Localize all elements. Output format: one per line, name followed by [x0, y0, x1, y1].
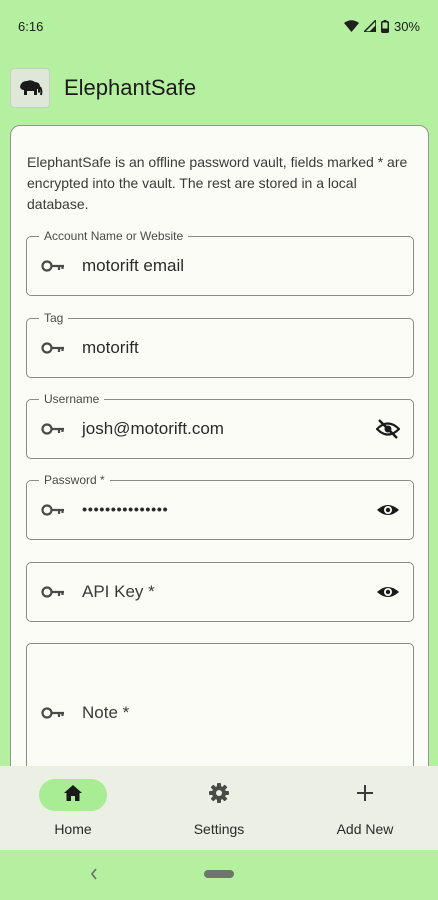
eye-icon[interactable] — [375, 499, 401, 521]
plus-icon — [356, 784, 374, 807]
battery-percent: 30% — [393, 18, 420, 34]
battery-icon — [380, 19, 389, 33]
eye-icon[interactable] — [375, 581, 401, 603]
signal-icon — [363, 20, 376, 32]
back-chevron-icon[interactable] — [89, 867, 99, 886]
nav-item-add-new[interactable]: Add New — [292, 766, 438, 850]
nav-item-settings[interactable]: Settings — [146, 766, 292, 850]
eye-off-icon[interactable] — [375, 418, 401, 440]
nav-icon-container — [331, 779, 399, 811]
field-value: motorift email — [82, 256, 185, 275]
status-icons: 30% — [343, 18, 420, 34]
intro-text: ElephantSafe is an offline password vaul… — [27, 154, 408, 212]
field-label: Tag — [39, 310, 69, 326]
field-label: Account Name or Website — [39, 228, 189, 244]
status-time: 6:16 — [18, 18, 44, 34]
nav-label: Settings — [193, 821, 245, 837]
key-icon — [41, 584, 65, 600]
nav-icon-container — [185, 779, 253, 811]
key-icon — [41, 705, 65, 721]
key-icon — [41, 258, 65, 274]
bottom-nav: Home Settings Add New — [0, 766, 438, 850]
tag-field[interactable]: Tag motorift — [26, 310, 414, 378]
nav-active-indicator — [39, 779, 107, 811]
status-bar: 6:16 30% — [0, 0, 438, 52]
field-label: Username — [39, 391, 105, 407]
elephant-icon — [10, 68, 50, 108]
wifi-icon — [343, 20, 359, 32]
home-icon — [63, 784, 83, 807]
note-field[interactable]: Note * — [26, 643, 414, 783]
field-value: motorift — [82, 338, 139, 357]
entry-form-card: ElephantSafe is an offline password vaul… — [10, 125, 429, 785]
field-placeholder: API Key * — [82, 582, 155, 601]
account-name-field[interactable]: Account Name or Website motorift email — [26, 228, 414, 296]
key-icon — [41, 502, 65, 518]
username-field[interactable]: Username josh@motorift.com — [26, 391, 414, 459]
home-gesture-pill[interactable] — [204, 870, 234, 878]
nav-label: Add New — [336, 821, 394, 837]
system-nav-bar — [0, 850, 438, 900]
field-placeholder: Note * — [82, 703, 130, 722]
key-icon — [41, 340, 65, 356]
field-label: Password * — [39, 472, 110, 488]
nav-item-home[interactable]: Home — [0, 766, 146, 850]
key-icon — [41, 421, 65, 437]
password-field[interactable]: Password * ••••••••••••••• — [26, 472, 414, 540]
api-key-field[interactable]: API Key * — [26, 562, 414, 622]
app-title: ElephantSafe — [64, 75, 197, 100]
app-bar: ElephantSafe — [0, 62, 438, 114]
field-value: ••••••••••••••• — [82, 501, 169, 519]
nav-label: Home — [54, 821, 92, 837]
gear-icon — [208, 782, 230, 809]
field-value: josh@motorift.com — [82, 419, 224, 438]
